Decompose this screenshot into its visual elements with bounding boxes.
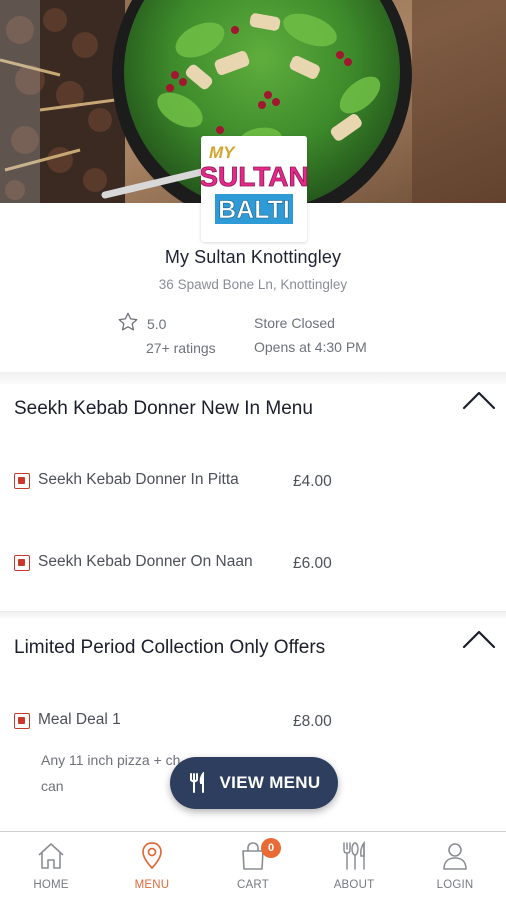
store-address: 36 Spawd Bone Ln, Knottingley [158, 277, 348, 292]
cart-badge: 0 [261, 838, 281, 858]
section-shadow [0, 612, 506, 618]
nav-login-label: LOGIN [436, 879, 474, 891]
chevron-up-icon[interactable] [462, 390, 496, 410]
logo-my: MY [209, 143, 236, 162]
menu-item-price: £8.00 [293, 713, 332, 730]
section-title-seekh-kebab[interactable]: Seekh Kebab Donner New In Menu [14, 398, 313, 420]
store-status: Store Closed [254, 315, 335, 331]
location-pin-icon [142, 842, 162, 870]
rating-count: 27+ ratings [146, 340, 216, 356]
nav-cart-label: CART [237, 879, 269, 891]
logo-sultan: SULTAN [201, 161, 307, 192]
nav-home[interactable]: HOME [11, 832, 91, 900]
view-menu-button[interactable]: VIEW MENU [170, 757, 338, 809]
menu-item-name[interactable]: Seekh Kebab Donner On Naan [38, 553, 253, 571]
section-title-limited-offers[interactable]: Limited Period Collection Only Offers [14, 637, 325, 659]
veg-marker-icon [14, 713, 30, 729]
nav-login[interactable]: LOGIN [415, 832, 495, 900]
nav-menu[interactable]: MENU [112, 832, 192, 900]
logo-balti: BALTI [218, 196, 290, 224]
view-menu-label: VIEW MENU [219, 773, 321, 792]
app-screen: MY SULTAN BALTI My Sultan Knottingley 36… [0, 0, 506, 900]
nav-home-label: HOME [33, 879, 69, 891]
section-shadow [0, 372, 506, 384]
sultan-balti-logo: MY SULTAN BALTI [201, 136, 307, 242]
chevron-up-icon[interactable] [462, 629, 496, 649]
user-icon [443, 843, 467, 870]
veg-marker-icon [14, 473, 30, 489]
cutlery-icon [189, 772, 204, 793]
rating-value: 5.0 [147, 316, 167, 332]
nav-about[interactable]: ABOUT [314, 832, 394, 900]
menu-item-name[interactable]: Meal Deal 1 [38, 711, 121, 729]
nav-cart[interactable]: 0 CART [213, 832, 293, 900]
bottom-navigation: HOME MENU 0 CART ABOUT LOGIN [0, 831, 506, 900]
nav-about-label: ABOUT [333, 879, 375, 891]
menu-item-price: £6.00 [293, 555, 332, 572]
veg-marker-icon [14, 555, 30, 571]
menu-item-price: £4.00 [293, 473, 332, 490]
home-icon [38, 843, 64, 869]
cutlery-icon [343, 840, 365, 870]
store-name: My Sultan Knottingley [164, 247, 342, 267]
star-icon [118, 312, 138, 331]
store-opening-time: Opens at 4:30 PM [254, 339, 367, 355]
nav-menu-label: MENU [134, 879, 170, 891]
store-logo: MY SULTAN BALTI [201, 136, 307, 242]
menu-item-name[interactable]: Seekh Kebab Donner In Pitta [38, 471, 239, 489]
